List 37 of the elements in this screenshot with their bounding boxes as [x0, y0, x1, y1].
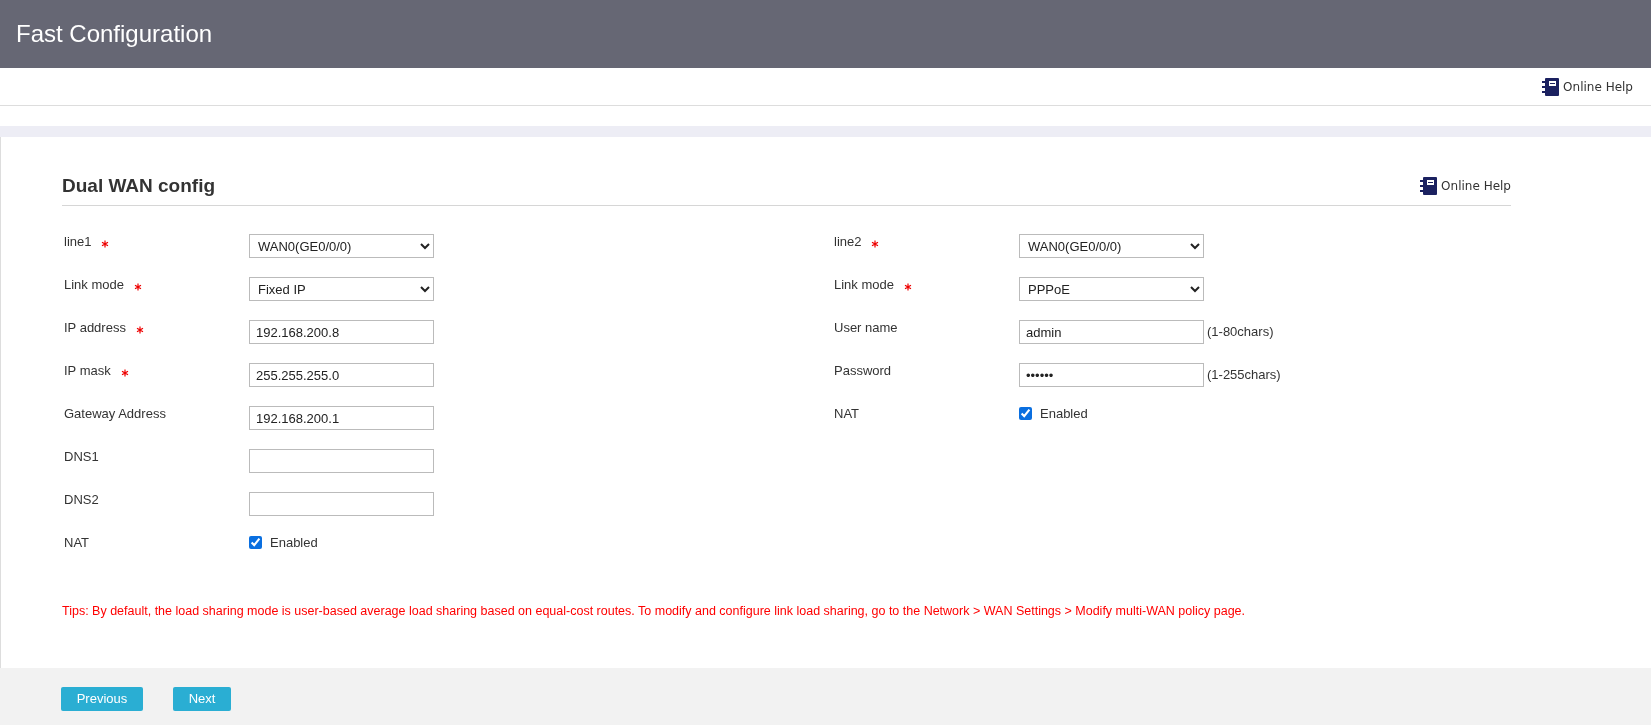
page-title: Fast Configuration: [16, 20, 213, 48]
dropdown[interactable]: PPPoE: [1019, 277, 1204, 301]
checkbox-label: Enabled: [1040, 406, 1088, 421]
online-help-link[interactable]: Online Help: [1420, 176, 1511, 196]
field-label: Link mode: [834, 277, 894, 292]
dropdown[interactable]: WAN0(GE0/0/0): [1019, 234, 1204, 258]
online-help-link[interactable]: Online Help: [1542, 76, 1633, 97]
field-label: User name: [834, 320, 898, 335]
field-label: IP mask: [64, 363, 111, 378]
checkbox[interactable]: [1019, 407, 1032, 420]
book-icon: [1542, 76, 1561, 97]
password-field[interactable]: ••••••: [1019, 363, 1204, 387]
field-label: Link mode: [64, 277, 124, 292]
input-field[interactable]: 192.168.200.8: [249, 320, 434, 344]
input-field[interactable]: [249, 449, 434, 473]
field-hint: (1-255chars): [1207, 366, 1281, 384]
input-field[interactable]: [249, 492, 434, 516]
field-label: NAT: [64, 535, 90, 550]
input-field[interactable]: 192.168.200.1: [249, 406, 434, 430]
field-label: DNS2: [64, 492, 99, 507]
field-label: DNS1: [64, 449, 99, 464]
field-label: IP address: [64, 320, 126, 335]
section-title: Dual WAN config: [62, 175, 216, 197]
field-label: NAT: [834, 406, 860, 421]
field-label: Gateway Address: [64, 406, 166, 421]
book-icon: [1420, 176, 1439, 196]
field-label: Password: [834, 363, 892, 378]
input-field[interactable]: admin: [1019, 320, 1204, 344]
dropdown[interactable]: WAN0(GE0/0/0): [249, 234, 434, 258]
field-label: line1: [64, 234, 92, 249]
tips-text: Tips: By default, the load sharing mode is user-based average load sharing based on equal-cost routes. To modify and configure link load sharing, go to the Network > WAN Settings > Modify multi-WAN policy page.: [62, 604, 1247, 618]
checkbox[interactable]: [249, 536, 262, 549]
field-hint: (1-80chars): [1207, 323, 1274, 341]
dropdown[interactable]: Fixed IP: [249, 277, 434, 301]
checkbox-label: Enabled: [270, 535, 318, 550]
field-label: line2: [834, 234, 862, 249]
input-field[interactable]: 255.255.255.0: [249, 363, 434, 387]
